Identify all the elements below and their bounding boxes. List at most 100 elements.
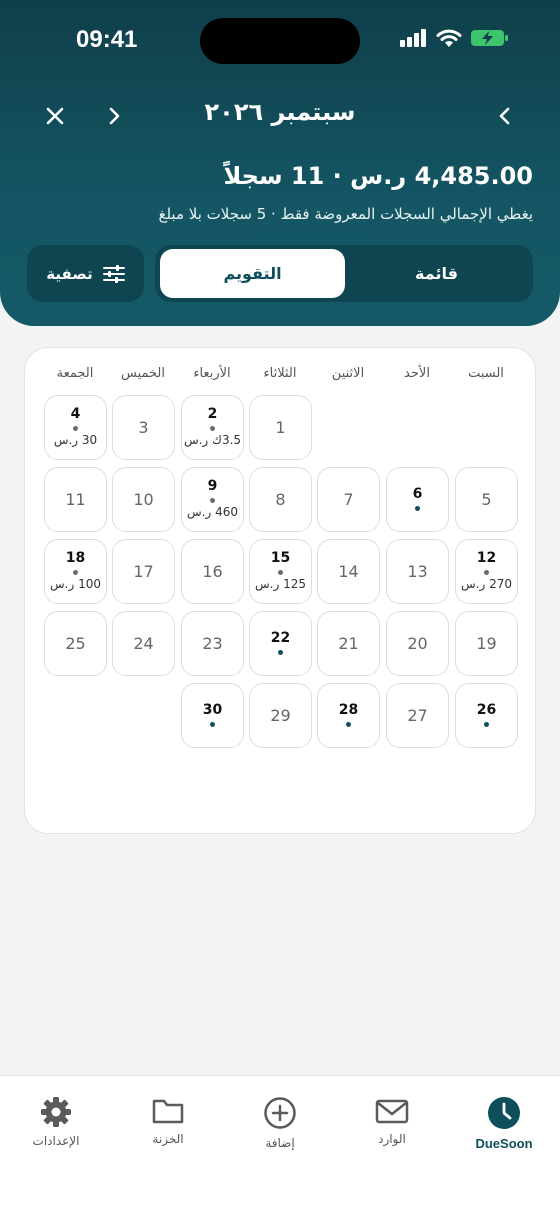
calendar-day[interactable]: 21 <box>317 611 380 676</box>
day-number: 24 <box>133 634 154 653</box>
calendar-day[interactable]: 12 270 ر.س <box>455 539 518 604</box>
calendar-day[interactable]: 24 <box>112 611 175 676</box>
folder-icon <box>152 1099 184 1124</box>
bottom-navigation: الإعدادات الخزنة إضافة الوارد DueSoon <box>0 1075 560 1217</box>
calendar-day[interactable]: 9 460 ر.س <box>181 467 244 532</box>
calendar-day[interactable]: 7 <box>317 467 380 532</box>
day-amount: 30 ر.س <box>53 433 98 447</box>
tab-add[interactable]: إضافة <box>235 1096 325 1150</box>
calendar-day[interactable]: 14 <box>317 539 380 604</box>
day-number: 11 <box>65 490 86 509</box>
cellular-signal-icon <box>400 29 426 47</box>
calendar-day[interactable]: 15 125 ر.س <box>249 539 312 604</box>
tab-duesoon-label: DueSoon <box>475 1136 533 1151</box>
battery-charging-icon <box>471 30 508 46</box>
event-dot <box>73 426 78 431</box>
calendar-day[interactable]: 17 <box>112 539 175 604</box>
month-title: سبتمبر ٢٠٢٦ <box>204 98 356 126</box>
calendar-day[interactable]: 19 <box>455 611 518 676</box>
event-dot <box>415 506 420 511</box>
calendar-day[interactable]: 8 <box>249 467 312 532</box>
day-amount: 460 ر.س <box>187 505 238 519</box>
view-list-option[interactable]: قائمة <box>344 249 529 298</box>
calendar-day[interactable]: 20 <box>386 611 449 676</box>
filter-label: تصفية <box>46 264 93 283</box>
day-number: 29 <box>270 706 291 725</box>
calendar-day[interactable]: 10 <box>112 467 175 532</box>
calendar-day[interactable]: 16 <box>181 539 244 604</box>
day-number: 2 <box>207 406 218 422</box>
weekday-header: السبت <box>468 366 504 381</box>
calendar-day[interactable]: 13 <box>386 539 449 604</box>
day-number: 27 <box>407 706 428 725</box>
day-number: 23 <box>202 634 223 653</box>
calendar-day[interactable]: 1 <box>249 395 312 460</box>
day-amount: 3.5ك ر.س <box>183 433 242 447</box>
calendar-day[interactable]: 18 100 ر.س <box>44 539 107 604</box>
event-dot <box>484 722 489 727</box>
day-number: 1 <box>275 418 286 437</box>
day-number: 5 <box>481 490 492 509</box>
tab-add-label: إضافة <box>265 1136 295 1150</box>
day-number: 25 <box>65 634 86 653</box>
tab-vault[interactable]: الخزنة <box>123 1096 213 1146</box>
calendar-day[interactable]: 28 <box>317 683 380 748</box>
calendar-day[interactable]: 30 <box>181 683 244 748</box>
day-number: 14 <box>338 562 359 581</box>
calendar-day[interactable]: 11 <box>44 467 107 532</box>
calendar-day[interactable]: 25 <box>44 611 107 676</box>
view-toggle: قائمة التقويم <box>155 245 533 302</box>
dynamic-island <box>200 18 360 64</box>
summary-subtitle: يغطي الإجمالي السجلات المعروضة فقط · 5 س… <box>158 205 533 223</box>
day-number: 30 <box>202 702 223 718</box>
day-number: 20 <box>407 634 428 653</box>
calendar-day[interactable]: 3 <box>112 395 175 460</box>
calendar-day[interactable]: 23 <box>181 611 244 676</box>
calendar-day[interactable]: 26 <box>455 683 518 748</box>
weekday-header: الثلاثاء <box>263 366 297 381</box>
day-number: 8 <box>275 490 286 509</box>
event-dot <box>210 722 215 727</box>
calendar-day[interactable]: 2 3.5ك ر.س <box>181 395 244 460</box>
header: 09:41 سبتمبر ٢٠٢٦ 4,485.00 ر.س · 11 سجلا… <box>0 0 560 326</box>
calendar-card: السبت الأحد الاثنين الثلاثاء الأربعاء الخميس ا… <box>24 347 536 834</box>
day-number: 12 <box>476 550 497 566</box>
tab-inbox[interactable]: الوارد <box>347 1096 437 1146</box>
day-number: 16 <box>202 562 223 581</box>
tab-vault-label: الخزنة <box>152 1132 184 1146</box>
calendar-day[interactable]: 27 <box>386 683 449 748</box>
event-dot <box>210 498 215 503</box>
day-number: 21 <box>338 634 359 653</box>
previous-month-button[interactable] <box>485 96 525 136</box>
event-dot <box>484 570 489 575</box>
filter-button[interactable]: تصفية <box>27 245 144 302</box>
day-number: 10 <box>133 490 154 509</box>
day-number: 3 <box>138 418 149 437</box>
view-calendar-option[interactable]: التقويم <box>160 249 345 298</box>
status-icons <box>400 28 510 48</box>
status-time: 09:41 <box>76 26 138 53</box>
weekday-header: الخميس <box>121 366 165 381</box>
day-number: 7 <box>343 490 354 509</box>
day-number: 15 <box>270 550 291 566</box>
day-number: 18 <box>65 550 86 566</box>
calendar-day[interactable]: 4 30 ر.س <box>44 395 107 460</box>
day-amount: 125 ر.س <box>255 577 306 591</box>
day-number: 13 <box>407 562 428 581</box>
event-dot <box>210 426 215 431</box>
day-amount: 100 ر.س <box>50 577 101 591</box>
tab-inbox-label: الوارد <box>378 1132 406 1146</box>
day-number: 17 <box>133 562 154 581</box>
day-number: 4 <box>70 406 81 422</box>
tab-duesoon[interactable]: DueSoon <box>459 1096 549 1151</box>
calendar-day[interactable]: 29 <box>249 683 312 748</box>
sliders-icon <box>102 264 125 283</box>
weekday-header: الاثنين <box>331 366 365 381</box>
calendar-day[interactable]: 5 <box>455 467 518 532</box>
calendar-day[interactable]: 22 <box>249 611 312 676</box>
add-circle-icon <box>264 1097 296 1129</box>
wifi-icon <box>436 29 462 47</box>
tab-settings[interactable]: الإعدادات <box>11 1096 101 1148</box>
calendar-day[interactable]: 6 <box>386 467 449 532</box>
day-number: 26 <box>476 702 497 718</box>
